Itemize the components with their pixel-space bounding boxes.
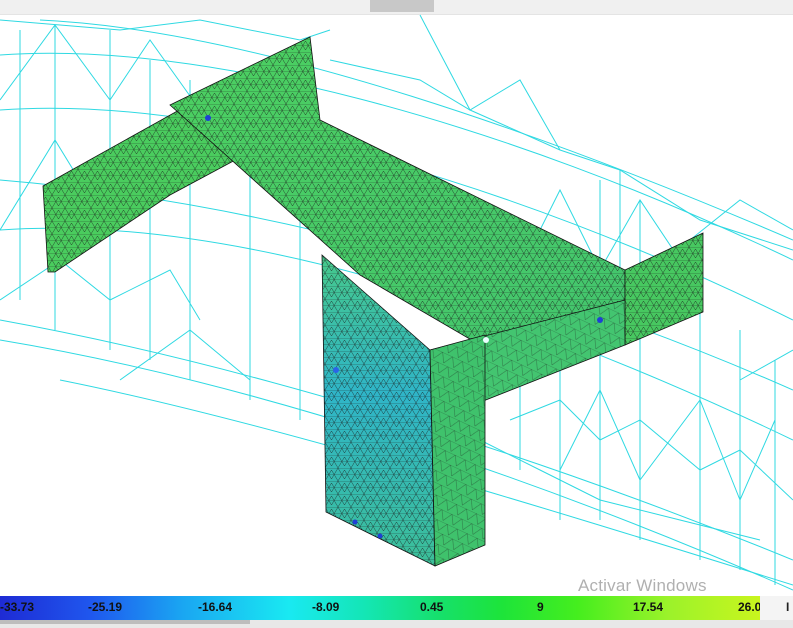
- legend-tick: 17.54: [633, 600, 664, 614]
- stress-spot: [377, 533, 383, 539]
- legend-end-mark: I: [786, 600, 790, 614]
- top-scrollbar[interactable]: [0, 0, 793, 15]
- model-viewport[interactable]: Activar Windows: [0, 0, 793, 596]
- legend-tick: 0.45: [420, 600, 444, 614]
- legend-tick: -33.73: [0, 600, 35, 614]
- stress-spot: [352, 519, 358, 525]
- stress-spot: [597, 317, 603, 323]
- legend-tick: -16.64: [198, 600, 233, 614]
- legend-tick: -8.09: [312, 600, 340, 614]
- color-legend: -33.73 -25.19 -16.64 -8.09 0.45 9 17.54 …: [0, 596, 793, 628]
- stress-spot: [483, 337, 489, 343]
- stress-spot: [205, 115, 211, 121]
- t-beam-mesh-model[interactable]: [42, 36, 704, 567]
- watermark-text: Activar Windows: [578, 576, 707, 595]
- bottom-scrollbar-thumb[interactable]: [0, 620, 250, 624]
- fem-model-scene[interactable]: [0, 14, 793, 596]
- legend-tick: 9: [537, 600, 544, 614]
- scrollbar-thumb[interactable]: [370, 0, 434, 12]
- stress-spot: [333, 367, 339, 373]
- legend-tick: -25.19: [88, 600, 123, 614]
- legend-color-bar: -33.73 -25.19 -16.64 -8.09 0.45 9 17.54 …: [0, 596, 768, 620]
